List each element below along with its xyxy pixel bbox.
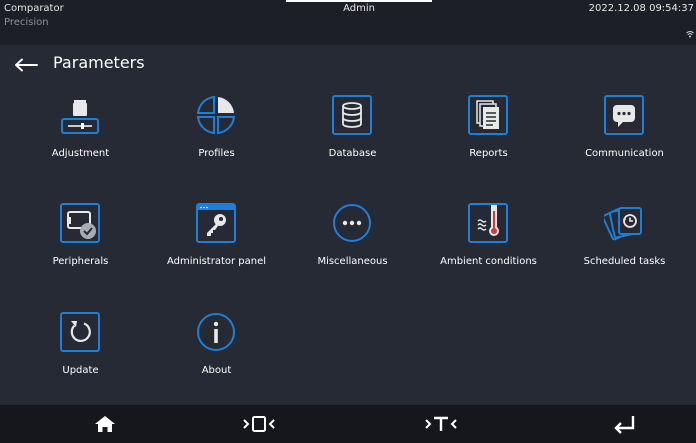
menu-item-label: Administrator panel [166, 256, 267, 267]
working-mode: Precision [4, 17, 49, 28]
enter-icon [613, 416, 634, 434]
enter-button[interactable] [555, 405, 694, 443]
ambient-conditions-icon [468, 203, 508, 243]
bottom-bar [0, 405, 696, 443]
tare-icon [424, 416, 457, 431]
menu-item-communication[interactable]: Communication [557, 85, 692, 195]
communication-icon [604, 95, 644, 135]
back-arrow-icon[interactable] [14, 58, 38, 72]
peripherals-icon [60, 203, 100, 243]
menu-item-label: Miscellaneous [317, 256, 388, 267]
zero-icon [242, 416, 275, 432]
home-icon [94, 416, 115, 432]
menu-item-label: Reports [469, 148, 508, 159]
home-button[interactable] [35, 405, 174, 443]
administrator-key-icon [196, 203, 236, 243]
menu-item-ambient-conditions[interactable]: Ambient conditions [421, 193, 556, 303]
menu-item-scheduled-tasks[interactable]: Scheduled tasks [557, 193, 692, 303]
wifi-icon [686, 31, 694, 38]
menu-item-update[interactable]: Update [13, 302, 148, 412]
menu-item-label: Update [62, 365, 99, 376]
menu-item-reports[interactable]: Reports [421, 85, 556, 195]
menu-item-adjustment[interactable]: Adjustment [13, 85, 148, 195]
about-icon [196, 312, 236, 352]
date-time: 2022.12.08 09:54:37 [588, 3, 694, 14]
menu-item-administrator-panel[interactable]: Administrator panel [149, 193, 284, 303]
menu-item-label: Adjustment [51, 148, 110, 159]
menu-item-label: Ambient conditions [440, 256, 537, 267]
menu-item-label: Peripherals [52, 256, 109, 267]
tare-button[interactable] [371, 405, 510, 443]
adjustment-icon [60, 95, 100, 135]
logged-user: Admin [343, 3, 375, 14]
app-name: Comparator [4, 3, 64, 14]
menu-item-label: Database [328, 148, 377, 159]
page-title: Parameters [53, 53, 145, 72]
user-box[interactable]: Admin [286, 0, 432, 18]
scheduled-tasks-icon [604, 203, 644, 243]
status-bar: Comparator Precision Admin 2022.12.08 09… [0, 0, 696, 45]
miscellaneous-icon [332, 203, 372, 243]
menu-item-label: Communication [585, 148, 664, 159]
menu-item-miscellaneous[interactable]: Miscellaneous [285, 193, 420, 303]
zero-button[interactable] [189, 405, 328, 443]
menu-item-database[interactable]: Database [285, 85, 420, 195]
menu-item-label: About [201, 365, 232, 376]
menu-item-peripherals[interactable]: Peripherals [13, 193, 148, 303]
page-header: Parameters [0, 45, 696, 83]
database-icon [332, 95, 372, 135]
update-icon [60, 312, 100, 352]
menu-item-label: Profiles [198, 148, 235, 159]
reports-icon [468, 95, 508, 135]
menu-item-label: Scheduled tasks [583, 256, 666, 267]
menu-item-about[interactable]: About [149, 302, 284, 412]
menu-item-profiles[interactable]: Profiles [149, 85, 284, 195]
profiles-icon [196, 95, 236, 135]
